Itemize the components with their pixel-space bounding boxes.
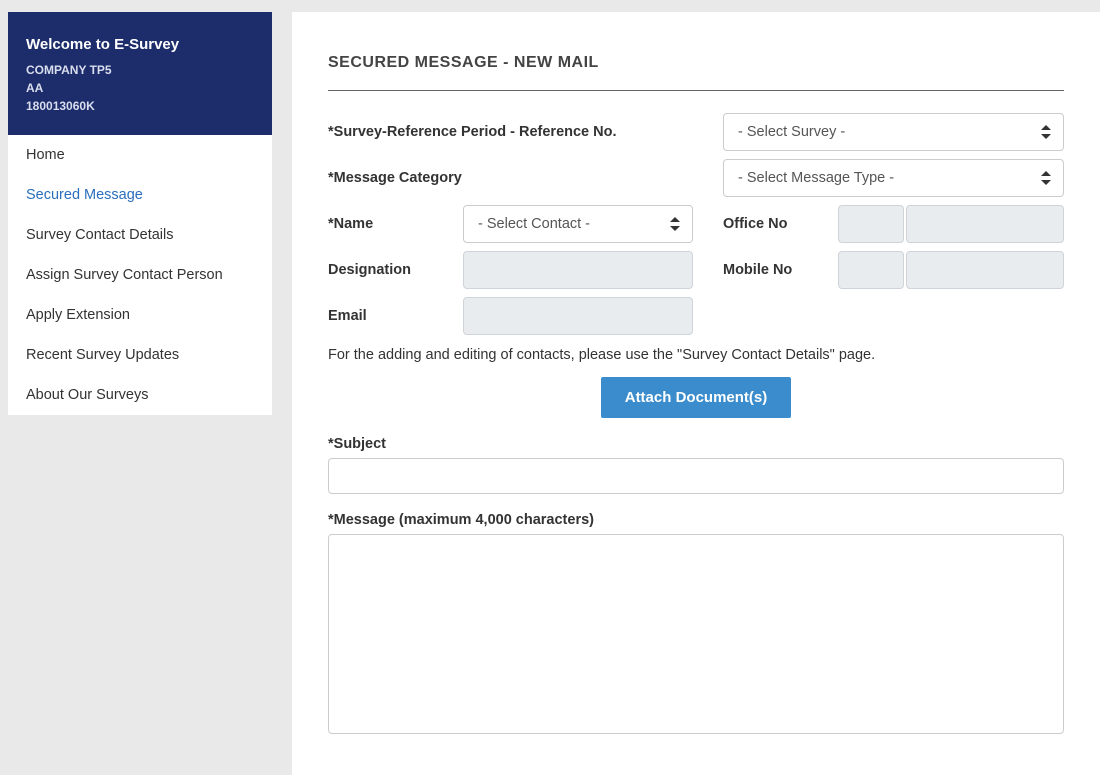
company-name: COMPANY TP5 [26,61,254,79]
sidebar-item-secured-message[interactable]: Secured Message [8,175,272,215]
sidebar-header: Welcome to E-Survey COMPANY TP5 AA 18001… [8,12,272,135]
mobile-no-prefix-field [838,251,904,289]
chevron-sort-icon [1041,171,1051,185]
survey-reference-label: *Survey-Reference Period - Reference No. [328,124,723,140]
sidebar-item-about-surveys[interactable]: About Our Surveys [8,375,272,415]
sidebar-item-recent-updates[interactable]: Recent Survey Updates [8,335,272,375]
subject-label: *Subject [328,436,1064,452]
sidebar-item-home[interactable]: Home [8,135,272,175]
mobile-no-field [906,251,1064,289]
designation-field [463,251,693,289]
email-label: Email [328,308,463,324]
subject-input[interactable] [328,458,1064,494]
office-no-field [906,205,1064,243]
message-category-label: *Message Category [328,170,723,186]
company-code: AA [26,79,254,97]
sidebar-item-assign-contact-person[interactable]: Assign Survey Contact Person [8,255,272,295]
sidebar-item-apply-extension[interactable]: Apply Extension [8,295,272,335]
company-ref: 180013060K [26,97,254,115]
message-type-select-value: - Select Message Type - [738,170,894,186]
chevron-sort-icon [670,217,680,231]
survey-select[interactable]: - Select Survey - [723,113,1064,151]
main-content: SECURED MESSAGE - NEW MAIL *Survey-Refer… [292,12,1100,775]
title-divider [328,90,1064,91]
chevron-sort-icon [1041,125,1051,139]
contact-select[interactable]: - Select Contact - [463,205,693,243]
office-no-label: Office No [723,216,838,232]
sidebar: Welcome to E-Survey COMPANY TP5 AA 18001… [8,12,272,775]
email-field [463,297,693,335]
sidebar-item-survey-contact-details[interactable]: Survey Contact Details [8,215,272,255]
mobile-no-label: Mobile No [723,262,838,278]
attach-documents-button[interactable]: Attach Document(s) [601,377,792,418]
office-no-prefix-field [838,205,904,243]
welcome-text: Welcome to E-Survey [26,36,254,53]
message-textarea[interactable] [328,534,1064,734]
contacts-helper-text: For the adding and editing of contacts, … [328,347,1064,363]
sidebar-nav: Home Secured Message Survey Contact Deta… [8,135,272,415]
message-label: *Message (maximum 4,000 characters) [328,512,1064,528]
designation-label: Designation [328,262,463,278]
message-type-select[interactable]: - Select Message Type - [723,159,1064,197]
survey-select-value: - Select Survey - [738,124,845,140]
page-title: SECURED MESSAGE - NEW MAIL [328,54,1064,72]
name-label: *Name [328,216,463,232]
contact-select-value: - Select Contact - [478,216,590,232]
